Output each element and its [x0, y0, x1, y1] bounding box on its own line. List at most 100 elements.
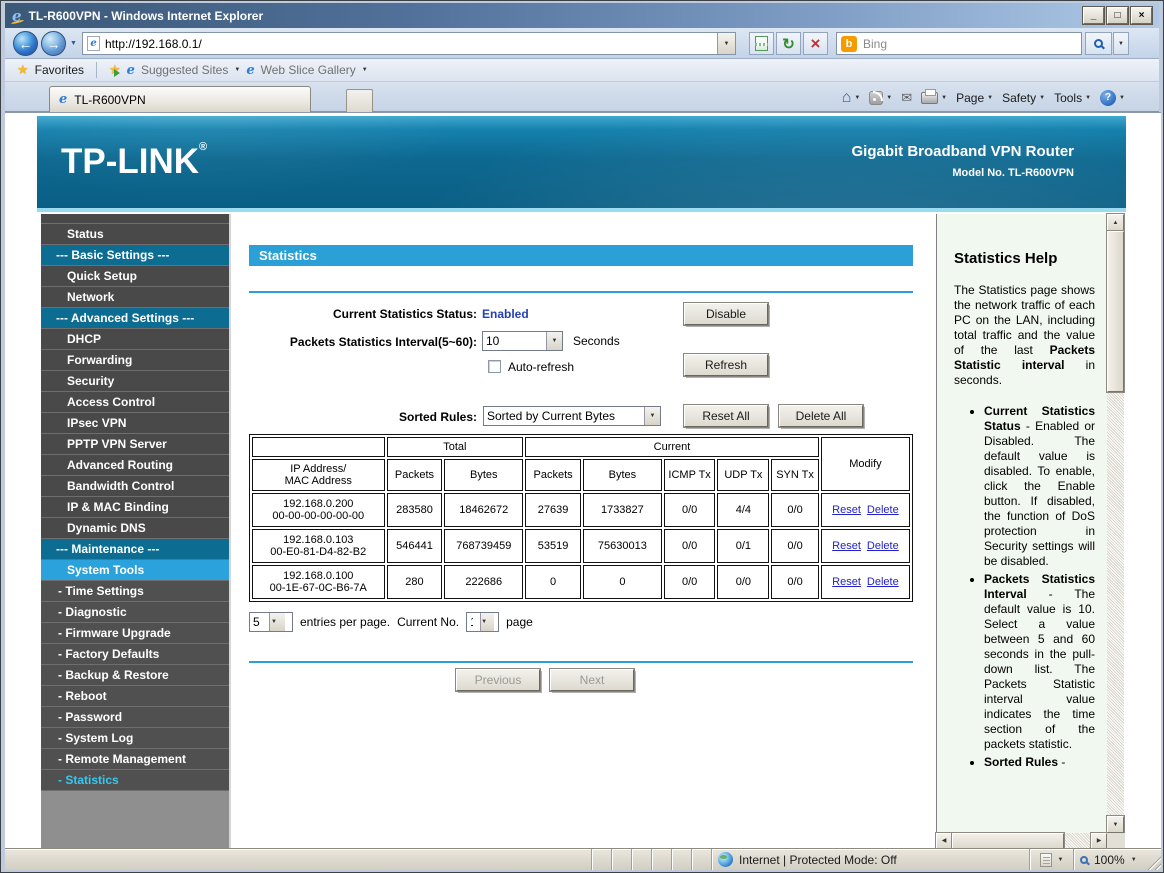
compatibility-view-button[interactable] — [749, 32, 774, 55]
sidebar-item[interactable]: - Password — [41, 707, 229, 728]
disable-button[interactable]: Disable — [683, 302, 769, 326]
ip-mac-header: IP Address/ MAC Address — [252, 459, 385, 491]
sorted-rules-select[interactable]: Sorted by Current Bytes ▼ — [483, 406, 661, 426]
magnifier-icon — [1094, 39, 1103, 48]
sidebar-item[interactable]: Bandwidth Control — [41, 476, 229, 497]
maximize-button[interactable]: □ — [1106, 6, 1129, 25]
delete-link[interactable]: Delete — [867, 504, 899, 516]
minimize-button[interactable]: _ — [1082, 6, 1105, 25]
auto-refresh-checkbox[interactable] — [488, 360, 501, 373]
reset-all-button[interactable]: Reset All — [683, 404, 769, 428]
next-button[interactable]: Next — [549, 668, 635, 692]
caret-down-icon[interactable]: ▼ — [362, 67, 368, 73]
tp-link-logo: TP-LINK® — [61, 141, 208, 181]
security-zone-cell: Internet | Protected Mode: Off — [711, 849, 1029, 870]
tab-tl-r600vpn[interactable]: e TL-R600VPN — [49, 86, 311, 112]
sidebar-item[interactable]: System Tools — [41, 560, 229, 581]
sidebar-item[interactable]: Quick Setup — [41, 266, 229, 287]
sidebar-item[interactable]: - Reboot — [41, 686, 229, 707]
back-button[interactable]: ← — [13, 31, 38, 56]
sidebar-item[interactable]: Security — [41, 371, 229, 392]
delete-link[interactable]: Delete — [867, 540, 899, 552]
home-button[interactable]: ⌂ ▼ — [842, 89, 861, 106]
address-dropdown-button[interactable]: ▼ — [717, 33, 735, 54]
url-text[interactable]: http://192.168.0.1/ — [105, 37, 202, 51]
search-box[interactable]: b Bing — [836, 32, 1082, 55]
read-mail-button[interactable]: ✉ — [901, 90, 912, 106]
sidebar-item[interactable]: - Time Settings — [41, 581, 229, 602]
forward-button[interactable]: → — [41, 31, 66, 56]
sidebar-item[interactable]: - Statistics — [41, 770, 229, 791]
sidebar-item[interactable]: - Diagnostic — [41, 602, 229, 623]
recent-pages-caret[interactable]: ▼ — [70, 40, 77, 47]
sidebar-item[interactable]: - Backup & Restore — [41, 665, 229, 686]
delete-all-button[interactable]: Delete All — [778, 404, 864, 428]
current-packets-cell: 53519 — [525, 529, 582, 563]
status-bar: Internet | Protected Mode: Off ▼ 100% ▼ — [5, 848, 1161, 870]
sidebar-item[interactable]: - Remote Management — [41, 749, 229, 770]
new-tab-button[interactable] — [346, 89, 373, 112]
sidebar-item[interactable]: PPTP VPN Server — [41, 434, 229, 455]
favorites-button[interactable]: Favorites — [35, 63, 84, 77]
sidebar-item[interactable]: IP & MAC Binding — [41, 497, 229, 518]
udp-tx-cell: 0/0 — [717, 565, 770, 599]
sidebar-item[interactable]: Advanced Routing — [41, 455, 229, 476]
caret-down-icon[interactable]: ▼ — [234, 67, 240, 73]
refresh-page-button[interactable]: Refresh — [683, 353, 769, 377]
help-vertical-scrollbar[interactable]: ▲ ▼ — [1106, 213, 1125, 834]
sidebar-item[interactable]: Network — [41, 287, 229, 308]
feeds-button[interactable]: ▼ — [869, 90, 892, 105]
print-button[interactable]: ▼ — [921, 88, 947, 104]
sidebar-item[interactable]: - Factory Defaults — [41, 644, 229, 665]
modify-cell: Reset Delete — [820, 529, 910, 563]
search-button[interactable] — [1085, 32, 1112, 55]
help-button[interactable]: ? ▼ — [1100, 89, 1125, 106]
page-menu[interactable]: Page ▼ — [956, 91, 993, 105]
vertical-scroll-thumb[interactable] — [1106, 230, 1125, 393]
delete-link[interactable]: Delete — [867, 576, 899, 588]
help-horizontal-scrollbar[interactable]: ◀ ▶ — [935, 832, 1108, 848]
title-bar: e TL-R600VPN - Windows Internet Explorer… — [5, 3, 1159, 28]
search-options-caret[interactable]: ▼ — [1113, 32, 1129, 55]
close-button[interactable]: × — [1130, 6, 1153, 25]
stop-button[interactable]: × — [803, 32, 828, 55]
page-number-select[interactable]: 1 ▼ — [466, 612, 500, 632]
sidebar-item[interactable]: - Firmware Upgrade — [41, 623, 229, 644]
web-slice-gallery-button[interactable]: Web Slice Gallery — [261, 63, 356, 77]
address-bar[interactable]: e http://192.168.0.1/ ▼ — [82, 32, 736, 55]
sidebar-item[interactable]: - System Log — [41, 728, 229, 749]
scroll-left-button[interactable]: ◀ — [935, 832, 953, 848]
modify-header: Modify — [820, 437, 910, 491]
add-favorite-icon[interactable]: ★ — [109, 62, 121, 78]
scroll-down-button[interactable]: ▼ — [1106, 815, 1125, 834]
page-label: page — [506, 615, 533, 629]
horizontal-scroll-thumb[interactable] — [951, 832, 1065, 848]
sidebar-item[interactable]: DHCP — [41, 329, 229, 350]
sidebar-item[interactable]: IPsec VPN — [41, 413, 229, 434]
sidebar-item[interactable]: Access Control — [41, 392, 229, 413]
sidebar-item[interactable]: Status — [41, 224, 229, 245]
previous-button[interactable]: Previous — [455, 668, 541, 692]
scroll-up-button[interactable]: ▲ — [1106, 213, 1125, 232]
reset-link[interactable]: Reset — [832, 576, 861, 588]
tools-menu[interactable]: Tools ▼ — [1054, 91, 1091, 105]
refresh-button[interactable]: ↻ — [776, 32, 801, 55]
safety-menu[interactable]: Safety ▼ — [1002, 91, 1045, 105]
sidebar-item[interactable]: --- Basic Settings --- — [41, 245, 229, 266]
security-report-cell[interactable]: ▼ — [1029, 849, 1073, 870]
sidebar-item[interactable]: --- Maintenance --- — [41, 539, 229, 560]
suggested-sites-button[interactable]: Suggested Sites — [141, 63, 228, 77]
sidebar-item[interactable]: --- Advanced Settings --- — [41, 308, 229, 329]
col-header: UDP Tx — [717, 459, 770, 491]
entries-per-page-select[interactable]: 5 ▼ — [249, 612, 293, 632]
reset-link[interactable]: Reset — [832, 504, 861, 516]
reset-link[interactable]: Reset — [832, 540, 861, 552]
zoom-control[interactable]: 100% ▼ — [1073, 849, 1145, 870]
interval-select[interactable]: 10 ▼ — [482, 331, 563, 351]
col-header: Bytes — [444, 459, 524, 491]
resize-grip[interactable] — [1145, 854, 1161, 870]
sidebar-item[interactable]: Forwarding — [41, 350, 229, 371]
scroll-right-button[interactable]: ▶ — [1090, 832, 1108, 848]
search-placeholder[interactable]: Bing — [863, 37, 887, 51]
sidebar-item[interactable]: Dynamic DNS — [41, 518, 229, 539]
